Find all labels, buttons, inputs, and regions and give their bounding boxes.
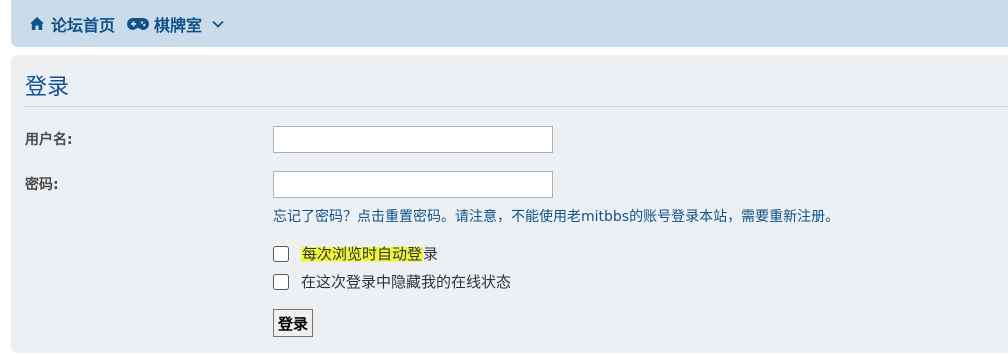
login-panel: 登录 用户名: 密码: 忘记了密码？点击重置密码。请注意，不能使用老mitbbs…	[11, 55, 1008, 353]
page-title: 登录	[25, 75, 70, 100]
autologin-checkbox[interactable]	[273, 245, 289, 262]
autologin-row: 每次浏览时自动登录	[273, 243, 438, 264]
chevron-down-icon[interactable]	[212, 20, 224, 28]
divider	[25, 106, 1008, 107]
hide-status-label[interactable]: 在这次登录中隐藏我的在线状态	[301, 271, 511, 292]
nav-board-link[interactable]: 棋牌室	[127, 12, 202, 36]
nav-board-label: 棋牌室	[154, 15, 203, 35]
forgot-password-note: 忘记了密码？点击重置密码。请注意，不能使用老mitbbs的账号登录本站，需要重新…	[273, 206, 839, 226]
username-input[interactable]	[273, 126, 553, 153]
username-label: 用户名:	[25, 132, 73, 148]
password-label: 密码:	[25, 177, 59, 193]
login-button[interactable]: 登录	[273, 309, 314, 337]
password-input[interactable]	[273, 171, 553, 198]
autologin-label-rest: 录	[423, 245, 439, 263]
hide-status-checkbox[interactable]	[273, 273, 289, 290]
forgot-password-link[interactable]: 忘记了密码？	[273, 209, 357, 225]
home-icon	[29, 16, 45, 31]
nav-home-link[interactable]: 论坛首页	[29, 12, 115, 36]
navbar: 论坛首页 棋牌室	[11, 0, 1008, 47]
nav-home-label: 论坛首页	[51, 15, 116, 35]
gamepad-icon	[127, 17, 150, 31]
autologin-highlighted-text: 每次浏览时自动登	[301, 245, 424, 263]
autologin-label[interactable]: 每次浏览时自动登录	[301, 243, 438, 264]
forgot-password-text: 点击重置密码。请注意，不能使用老mitbbs的账号登录本站，需要重新注册。	[357, 209, 840, 225]
hide-status-row: 在这次登录中隐藏我的在线状态	[273, 271, 511, 292]
